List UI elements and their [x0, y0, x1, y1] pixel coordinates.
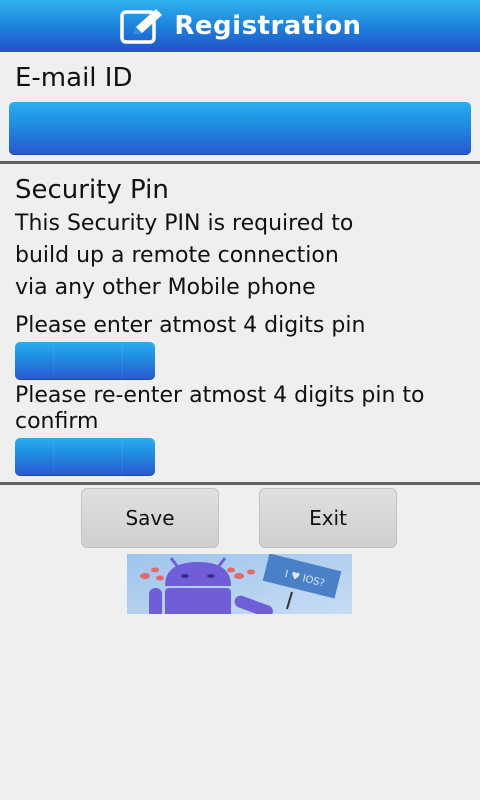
pin-prompt: Please enter atmost 4 digits pin — [15, 313, 366, 338]
edit-note-icon — [118, 6, 168, 46]
email-field[interactable] — [9, 102, 471, 155]
pin-field[interactable] — [15, 342, 155, 380]
confirm-pin-prompt-line-1: Please re-enter atmost 4 digits pin to — [15, 383, 425, 408]
exit-button[interactable]: Exit — [259, 488, 397, 548]
page-title: Registration — [174, 11, 362, 41]
email-label: E-mail ID — [15, 63, 133, 93]
save-button[interactable]: Save — [81, 488, 219, 548]
title-bar: Registration — [0, 0, 480, 52]
security-description-line-1: This Security PIN is required to — [15, 211, 354, 236]
security-description-line-2: build up a remote connection — [15, 243, 339, 268]
crying-android-image: I ♥ IOS? — [127, 554, 352, 614]
confirm-pin-prompt-line-2: confirm — [15, 409, 99, 434]
ad-banner[interactable]: I ♥ IOS? — [127, 554, 352, 614]
security-description-line-3: via any other Mobile phone — [15, 275, 316, 300]
confirm-pin-field[interactable] — [15, 438, 155, 476]
section-divider — [0, 482, 480, 485]
security-pin-heading: Security Pin — [15, 175, 169, 205]
section-divider — [0, 161, 480, 164]
